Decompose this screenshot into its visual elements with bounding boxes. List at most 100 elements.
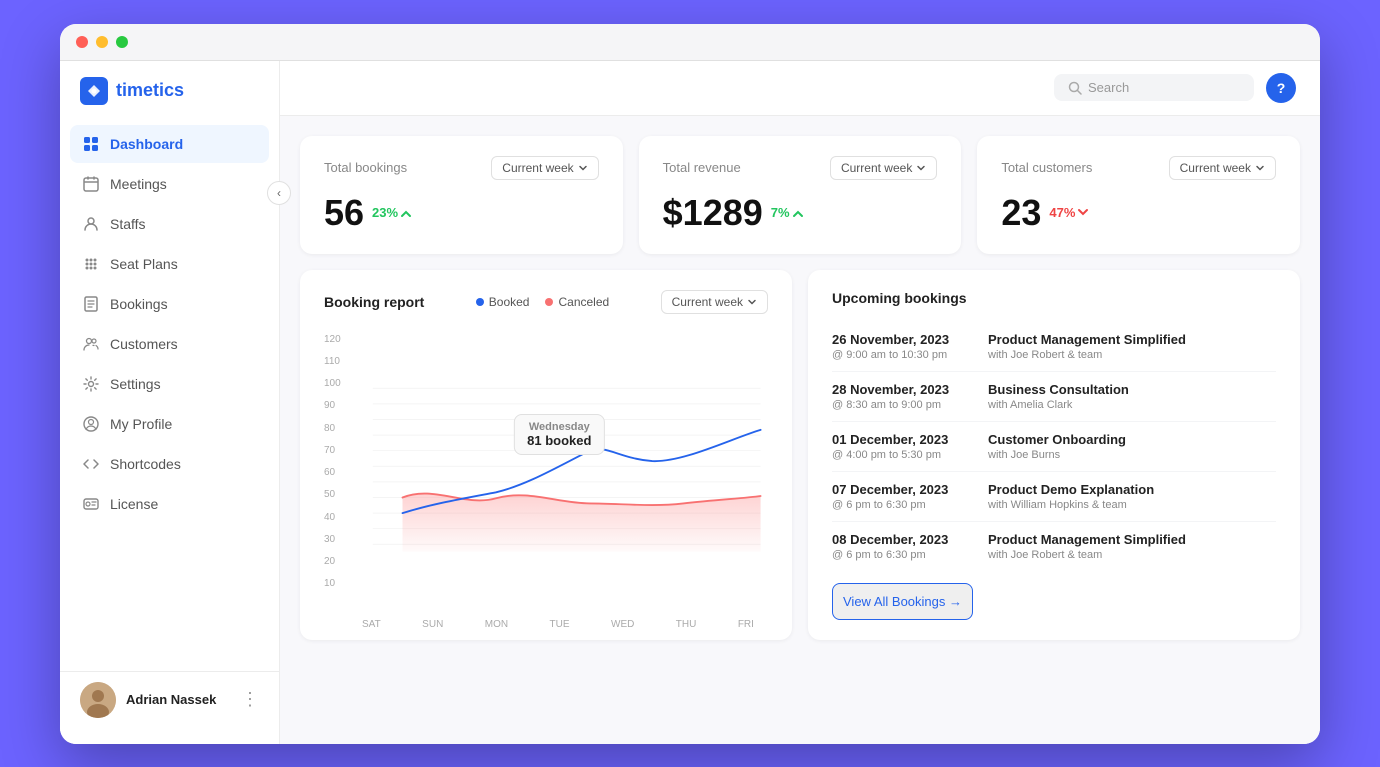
x-axis-labels: SATSUNMONTUEWEDTHUFRI: [324, 619, 768, 630]
booking-info: Product Management Simplified with Joe R…: [988, 532, 1186, 561]
list-item: 28 November, 2023 @ 8:30 am to 9:00 pm B…: [832, 372, 1276, 422]
booking-info: Customer Onboarding with Joe Burns: [988, 432, 1126, 461]
booking-list: 26 November, 2023 @ 9:00 am to 10:30 pm …: [832, 322, 1276, 571]
sidebar-nav: Dashboard Meetings: [60, 125, 279, 671]
user-menu-button[interactable]: ⋮: [241, 689, 259, 710]
booking-date: 07 December, 2023 @ 6 pm to 6:30 pm: [832, 482, 972, 511]
sidebar-collapse-button[interactable]: ‹: [267, 181, 291, 205]
sidebar: timetics Dashboard: [60, 61, 280, 744]
grid-icon: [82, 135, 100, 153]
sidebar-item-my-profile[interactable]: My Profile: [70, 405, 269, 443]
upcoming-title: Upcoming bookings: [832, 290, 967, 306]
code-icon: [82, 455, 100, 473]
list-item: 08 December, 2023 @ 6 pm to 6:30 pm Prod…: [832, 522, 1276, 571]
chart-legend: Booked Canceled: [476, 295, 609, 309]
booking-time: @ 6 pm to 6:30 pm: [832, 549, 972, 561]
chevron-down-icon: [747, 297, 757, 307]
booking-name: Product Demo Explanation: [988, 482, 1154, 497]
stat-header: Total customers Current week: [1001, 156, 1276, 180]
booking-time: @ 6 pm to 6:30 pm: [832, 499, 972, 511]
total-revenue-card: Total revenue Current week $1289 7%: [639, 136, 962, 254]
chart-period-button[interactable]: Current week: [661, 290, 768, 314]
booking-date-text: 08 December, 2023: [832, 532, 972, 547]
stat-title: Total customers: [1001, 160, 1092, 175]
user-icon: [82, 215, 100, 233]
stat-title: Total bookings: [324, 160, 407, 175]
booking-name: Product Management Simplified: [988, 532, 1186, 547]
sidebar-item-dashboard[interactable]: Dashboard: [70, 125, 269, 163]
book-icon: [82, 295, 100, 313]
search-placeholder: Search: [1088, 80, 1129, 95]
booked-dot: [476, 298, 484, 306]
stat-change-badge: 7%: [771, 205, 804, 220]
close-button[interactable]: [76, 36, 88, 48]
booking-date: 28 November, 2023 @ 8:30 am to 9:00 pm: [832, 382, 972, 411]
stat-change-badge: 23%: [372, 205, 412, 220]
sidebar-item-meetings[interactable]: Meetings: [70, 165, 269, 203]
stats-row: Total bookings Current week 56 23%: [300, 136, 1300, 254]
user-name: Adrian Nassek: [126, 692, 231, 707]
revenue-period-button[interactable]: Current week: [830, 156, 937, 180]
sidebar-item-staffs[interactable]: Staffs: [70, 205, 269, 243]
sidebar-item-label: Dashboard: [110, 136, 183, 152]
list-item: 07 December, 2023 @ 6 pm to 6:30 pm Prod…: [832, 472, 1276, 522]
booking-date-text: 26 November, 2023: [832, 332, 972, 347]
sidebar-item-shortcodes[interactable]: Shortcodes: [70, 445, 269, 483]
stat-value: $1289 7%: [663, 192, 938, 234]
booking-report-card: Booking report Booked Canceled: [300, 270, 792, 640]
bookings-period-button[interactable]: Current week: [491, 156, 598, 180]
logo-icon: [80, 77, 108, 105]
sidebar-item-label: License: [110, 496, 158, 512]
chart-title: Booking report: [324, 294, 424, 310]
sidebar-item-license[interactable]: License: [70, 485, 269, 523]
id-card-icon: [82, 495, 100, 513]
user-profile-section: Adrian Nassek ⋮: [60, 671, 279, 728]
sidebar-item-label: Meetings: [110, 176, 167, 192]
sidebar-item-bookings[interactable]: Bookings: [70, 285, 269, 323]
app-name: timetics: [116, 80, 184, 101]
booking-with: with William Hopkins & team: [988, 499, 1154, 511]
list-item: 26 November, 2023 @ 9:00 am to 10:30 pm …: [832, 322, 1276, 372]
sidebar-item-customers[interactable]: Customers: [70, 325, 269, 363]
booking-with: with Joe Robert & team: [988, 349, 1186, 361]
stat-title: Total revenue: [663, 160, 741, 175]
avatar: [80, 682, 116, 718]
app-logo: timetics: [60, 77, 279, 125]
list-item: 01 December, 2023 @ 4:00 pm to 5:30 pm C…: [832, 422, 1276, 472]
view-all-bookings-button[interactable]: View All Bookings →: [832, 583, 973, 620]
trend-down-icon: [1077, 207, 1089, 219]
calendar-icon: [82, 175, 100, 193]
upcoming-bookings-card: Upcoming bookings 26 November, 2023 @ 9:…: [808, 270, 1300, 640]
chevron-down-icon: [1255, 163, 1265, 173]
search-icon: [1068, 81, 1082, 95]
search-input[interactable]: Search: [1054, 74, 1254, 101]
booking-name: Product Management Simplified: [988, 332, 1186, 347]
customers-period-button[interactable]: Current week: [1169, 156, 1276, 180]
chart-container: 120110100908070605040302010: [324, 330, 768, 610]
booking-date-text: 01 December, 2023: [832, 432, 972, 447]
help-button[interactable]: ?: [1266, 73, 1296, 103]
card-header: Booking report Booked Canceled: [324, 290, 768, 314]
maximize-button[interactable]: [116, 36, 128, 48]
gear-icon: [82, 375, 100, 393]
sidebar-item-settings[interactable]: Settings: [70, 365, 269, 403]
sidebar-item-seat-plans[interactable]: Seat Plans: [70, 245, 269, 283]
users-icon: [82, 335, 100, 353]
bottom-row: Booking report Booked Canceled: [300, 270, 1300, 640]
chevron-down-icon: [916, 163, 926, 173]
sidebar-item-label: Settings: [110, 376, 161, 392]
top-bar: Search ?: [280, 61, 1320, 116]
booking-with: with Joe Burns: [988, 449, 1126, 461]
canceled-dot: [545, 298, 553, 306]
minimize-button[interactable]: [96, 36, 108, 48]
booking-name: Business Consultation: [988, 382, 1129, 397]
chart-svg: [324, 330, 768, 610]
booking-info: Product Demo Explanation with William Ho…: [988, 482, 1154, 511]
stat-change-badge: 47%: [1049, 205, 1089, 220]
sidebar-item-label: Shortcodes: [110, 456, 181, 472]
sidebar-item-label: Bookings: [110, 296, 168, 312]
booking-time: @ 8:30 am to 9:00 pm: [832, 399, 972, 411]
stat-value: 56 23%: [324, 192, 599, 234]
booking-date: 26 November, 2023 @ 9:00 am to 10:30 pm: [832, 332, 972, 361]
sidebar-item-label: Staffs: [110, 216, 146, 232]
